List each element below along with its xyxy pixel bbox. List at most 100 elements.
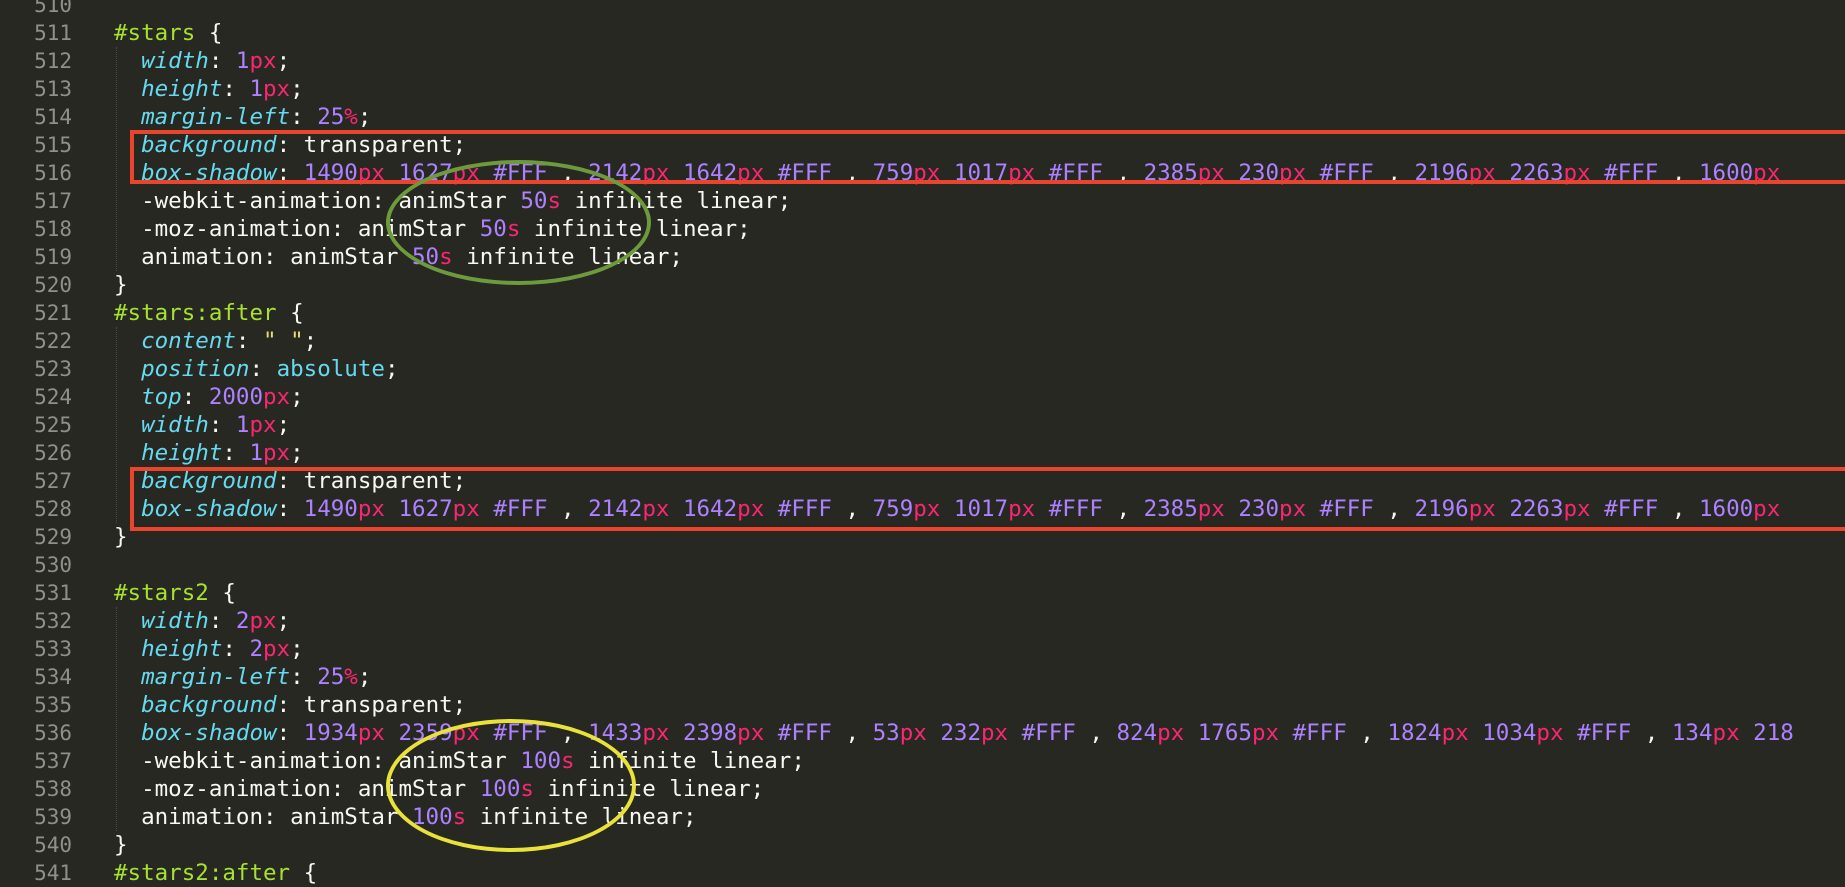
code-token: : [222,440,250,466]
code-token: : [276,132,304,158]
code-token: background [141,468,277,494]
code-token: } [114,832,128,858]
code-token: } [114,272,128,298]
code-line[interactable]: 516 box-shadow: 1490px 1627px #FFF , 214… [0,159,1845,187]
code-token: #FFF [1292,720,1347,746]
indent-guide [116,327,117,523]
code-token: 2196 [1414,160,1469,186]
code-line[interactable]: 524 top: 2000px; [0,383,1845,411]
code-text: } [114,831,128,859]
code-token: : [276,468,304,494]
code-line[interactable]: 525 width: 1px; [0,411,1845,439]
line-number: 535 [34,693,72,717]
code-line[interactable]: 521 #stars:after { [0,299,1845,327]
code-token: infinite linear; [520,216,751,242]
code-line[interactable]: 534 margin-left: 25%; [0,663,1845,691]
code-token: transparent [303,468,453,494]
code-line[interactable]: 530 [0,551,1845,579]
code-token: ; [290,440,304,466]
code-line[interactable]: 513 height: 1px; [0,75,1845,103]
code-line[interactable]: 515 background: transparent; [0,131,1845,159]
code-line[interactable]: 531 #stars2 { [0,579,1845,607]
code-token: 1934 [303,720,358,746]
code-token: px [1468,160,1496,186]
code-line[interactable]: 535 background: transparent; [0,691,1845,719]
line-number: 518 [34,217,72,241]
line-number: 532 [34,609,72,633]
code-line[interactable]: 518 -moz-animation: animStar 50s infinit… [0,215,1845,243]
code-token: px [1197,496,1225,522]
code-token: 100 [412,804,453,830]
code-line[interactable]: 532 width: 2px; [0,607,1845,635]
line-number: 521 [34,301,72,325]
code-token: : [208,412,236,438]
code-line[interactable]: 520} [0,271,1845,299]
code-token: margin-left [141,104,291,130]
code-line[interactable]: 511 #stars { [0,19,1845,47]
code-editor[interactable]: 510 511 #stars {512 width: 1px; 513 height:… [0,0,1845,887]
code-line[interactable]: 527 background: transparent; [0,467,1845,495]
code-text: margin-left: 25%; [114,663,371,691]
code-line[interactable]: 539 animation: animStar 100s infinite li… [0,803,1845,831]
code-token: 2263 [1509,160,1564,186]
code-token: #FFF [777,496,832,522]
code-token: ; [357,664,372,690]
code-line[interactable]: 528 box-shadow: 1490px 1627px #FFF , 214… [0,495,1845,523]
code-token: : [208,608,236,634]
code-token: { [276,300,304,326]
code-text: #stars { [114,19,222,47]
line-number: 540 [34,833,72,857]
code-token: : [276,160,304,186]
code-token: content [141,328,236,354]
code-token: px [1279,496,1307,522]
code-token: px [1441,720,1469,746]
code-token: 2398 [682,720,738,746]
code-token: background [141,132,277,158]
code-line[interactable]: 540} [0,831,1845,859]
code-line[interactable]: 512 width: 1px; [0,47,1845,75]
code-token: , [547,160,589,186]
code-line[interactable]: 514 margin-left: 25%; [0,103,1845,131]
code-token: px [899,720,927,746]
code-token: , [1075,720,1117,746]
code-line[interactable]: 522 content: " "; [0,327,1845,355]
code-token: box-shadow [141,160,277,186]
code-line[interactable]: 523 position: absolute; [0,355,1845,383]
code-text: box-shadow: 1934px 2359px #FFF , 1433px … [114,719,1794,747]
code-line[interactable]: 536 box-shadow: 1934px 2359px #FFF , 143… [0,719,1845,747]
code-token: px [357,496,385,522]
code-line[interactable]: 529} [0,523,1845,551]
code-line[interactable]: 510 [0,0,1845,19]
code-line[interactable]: 517 -webkit-animation: animStar 50s infi… [0,187,1845,215]
code-token: position [141,356,250,382]
code-text: background: transparent; [114,467,466,495]
code-token: , [831,160,873,186]
code-token: px [452,160,480,186]
code-token: 1 [249,76,264,102]
code-token: height [141,76,223,102]
code-line[interactable]: 519 animation: animStar 50s infinite lin… [0,243,1845,271]
code-token: px [1563,160,1591,186]
code-token: 759 [872,160,914,186]
code-token: , [1373,496,1415,522]
code-line[interactable]: 537 -webkit-animation: animStar 100s inf… [0,747,1845,775]
code-token: infinite linear; [533,776,765,802]
code-line[interactable]: 526 height: 1px; [0,439,1845,467]
code-line[interactable]: 533 height: 2px; [0,635,1845,663]
code-line[interactable]: 541 #stars2:after { [0,859,1845,887]
code-token: width [141,412,209,438]
code-token: , [831,720,873,746]
code-line[interactable]: 538 -moz-animation: animStar 100s infini… [0,775,1845,803]
code-token: : [276,496,304,522]
